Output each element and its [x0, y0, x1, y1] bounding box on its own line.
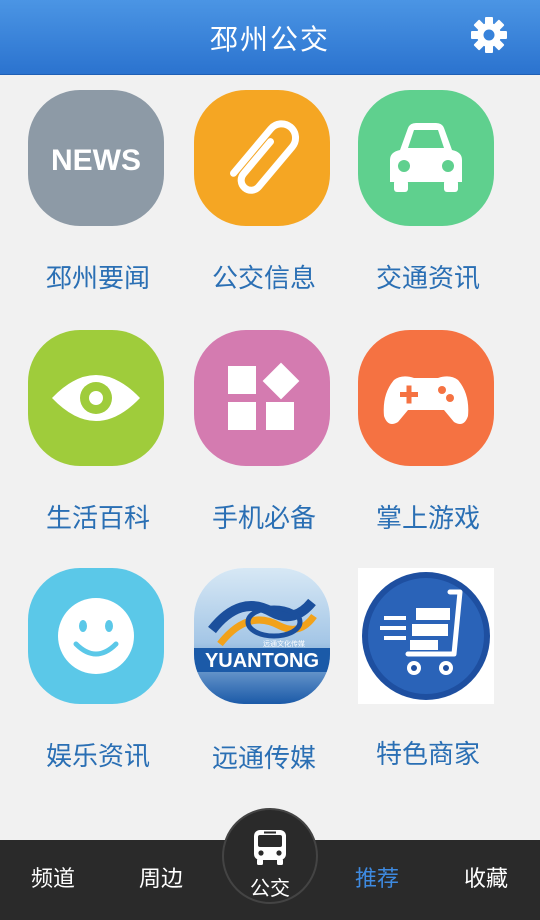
apps-icon — [194, 330, 330, 466]
gamepad-icon — [358, 330, 494, 466]
tile-label: 特色商家 — [375, 740, 480, 770]
yuantong-logo: 远通文化传媒 YUANTONG — [194, 568, 330, 704]
shopping-cart-icon — [358, 568, 494, 704]
tile-label: 生活百科 — [45, 504, 150, 534]
channel-grid: NEWS 邳州要闻 公交信息 交通资讯 生活百科 手机必备 掌上游戏 娱乐资讯 … — [0, 74, 540, 840]
tile-label: 公交信息 — [211, 264, 316, 294]
tab-channel[interactable]: 频道 — [3, 840, 103, 920]
tile-label: 交通资讯 — [375, 264, 480, 294]
tile-label: 掌上游戏 — [375, 504, 480, 534]
news-icon: NEWS — [28, 90, 164, 226]
eye-icon — [28, 330, 164, 466]
tile-label: 远通传媒 — [211, 744, 316, 774]
page-title: 邳州公交 — [209, 23, 330, 56]
bus-icon — [252, 828, 288, 872]
svg-text:远通文化传媒: 远通文化传媒 — [263, 639, 305, 648]
tab-favorites[interactable]: 收藏 — [436, 840, 536, 920]
tab-nearby[interactable]: 周边 — [111, 840, 211, 920]
tile-label: 手机必备 — [211, 504, 316, 534]
gear-icon[interactable] — [470, 16, 508, 54]
car-icon — [358, 90, 494, 226]
svg-text:NEWS: NEWS — [51, 144, 141, 177]
tile-label: 娱乐资讯 — [45, 742, 150, 772]
paperclip-icon — [194, 90, 330, 226]
app-header: 邳州公交 — [0, 0, 540, 75]
bus-center-button[interactable]: 公交 — [222, 808, 318, 904]
svg-text:YUANTONG: YUANTONG — [205, 650, 319, 672]
tab-recommend[interactable]: 推荐 — [327, 840, 427, 920]
smiley-icon — [28, 568, 164, 704]
tile-label: 邳州要闻 — [45, 264, 150, 294]
bus-center-label: 公交 — [250, 876, 290, 900]
